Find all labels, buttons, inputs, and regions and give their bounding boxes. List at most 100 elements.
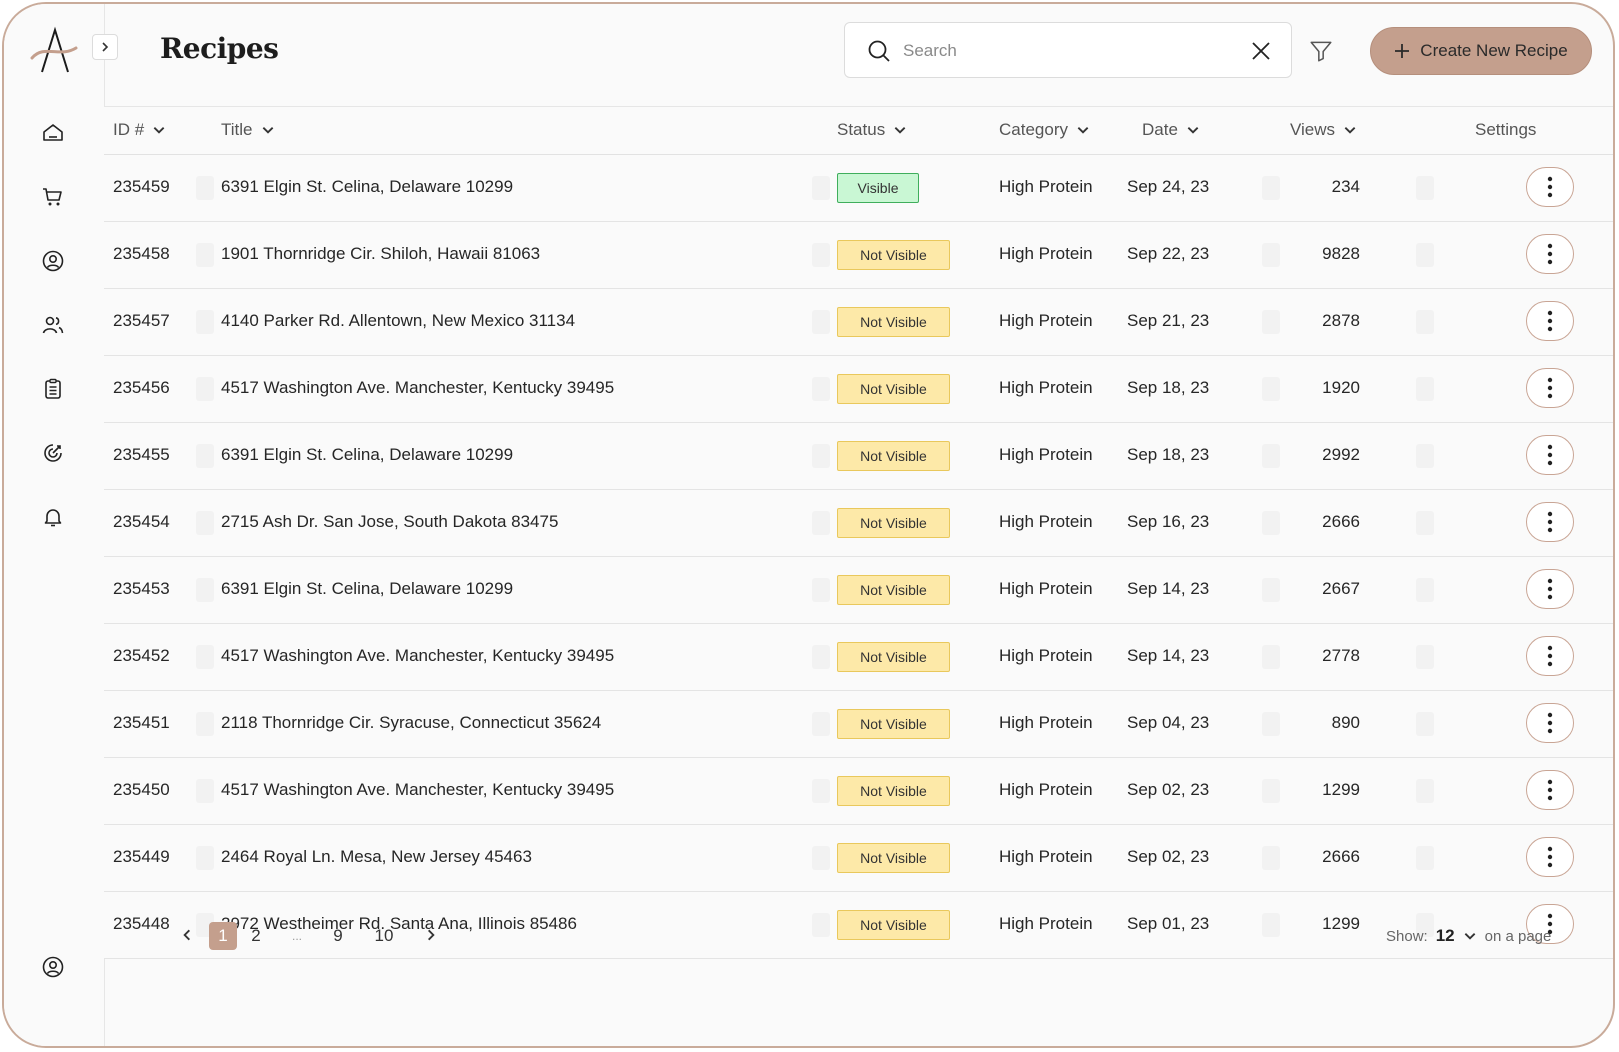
- recipe-title[interactable]: 4140 Parker Rd. Allentown, New Mexico 31…: [221, 311, 575, 331]
- placeholder-block: [1416, 712, 1434, 736]
- placeholder-block: [1262, 645, 1280, 669]
- row-settings-button[interactable]: [1526, 636, 1574, 676]
- table-row[interactable]: 235456 4517 Washington Ave. Manchester, K…: [104, 356, 1613, 423]
- recipe-date: Sep 18, 23: [1127, 378, 1210, 397]
- column-header-category[interactable]: Category: [999, 120, 1090, 140]
- table-row[interactable]: 235452 4517 Washington Ave. Manchester, K…: [104, 624, 1613, 691]
- row-settings-button[interactable]: [1526, 234, 1574, 274]
- table-row[interactable]: 235458 1901 Thornridge Cir. Shiloh, Hawai…: [104, 222, 1613, 289]
- user-circle-icon[interactable]: [40, 248, 66, 274]
- recipe-id: 235449: [113, 847, 170, 866]
- plus-icon: [1395, 44, 1410, 58]
- status-badge: Visible: [837, 173, 919, 203]
- recipe-date: Sep 16, 23: [1127, 512, 1210, 531]
- recipes-table: ID # Title Status Category Date Views Se…: [104, 106, 1613, 959]
- search-icon: [868, 40, 890, 62]
- recipe-title[interactable]: 2464 Royal Ln. Mesa, New Jersey 45463: [221, 847, 532, 867]
- row-settings-button[interactable]: [1526, 368, 1574, 408]
- table-row[interactable]: 235454 2715 Ash Dr. San Jose, South Dakot…: [104, 490, 1613, 557]
- placeholder-block: [1416, 511, 1434, 535]
- more-vertical-icon: [1547, 846, 1553, 868]
- row-settings-button[interactable]: [1526, 502, 1574, 542]
- status-badge: Not Visible: [837, 776, 950, 806]
- column-label: ID #: [113, 120, 145, 139]
- recipe-title[interactable]: 4517 Washington Ave. Manchester, Kentuck…: [221, 378, 614, 398]
- recipe-id: 235457: [113, 311, 170, 330]
- search-input[interactable]: [901, 35, 1225, 67]
- profile-icon[interactable]: [40, 954, 66, 980]
- close-icon[interactable]: [1249, 39, 1273, 63]
- page-button-2[interactable]: 2: [242, 922, 270, 950]
- clipboard-icon[interactable]: [40, 376, 66, 402]
- column-header-status[interactable]: Status: [837, 120, 907, 140]
- page-button-1[interactable]: 1: [209, 922, 237, 950]
- status-badge: Not Visible: [837, 575, 950, 605]
- placeholder-block: [812, 779, 830, 803]
- placeholder-block: [196, 645, 214, 669]
- column-header-title[interactable]: Title: [221, 120, 275, 140]
- create-recipe-button[interactable]: Create New Recipe: [1370, 27, 1592, 75]
- page-size-suffix: on a page: [1484, 927, 1552, 945]
- chevron-left-icon[interactable]: [180, 928, 194, 942]
- row-settings-button[interactable]: [1526, 569, 1574, 609]
- recipe-title[interactable]: 4517 Washington Ave. Manchester, Kentuck…: [221, 646, 614, 666]
- page-size-select[interactable]: 12: [1436, 926, 1455, 946]
- filter-icon[interactable]: [1308, 38, 1334, 64]
- home-icon[interactable]: [40, 120, 66, 146]
- recipe-title[interactable]: 1901 Thornridge Cir. Shiloh, Hawaii 8106…: [221, 244, 540, 264]
- column-header-id[interactable]: ID #: [113, 120, 166, 140]
- target-icon[interactable]: [40, 440, 66, 466]
- recipe-date: Sep 14, 23: [1127, 579, 1210, 598]
- table-row[interactable]: 235450 4517 Washington Ave. Manchester, K…: [104, 758, 1613, 825]
- placeholder-block: [196, 712, 214, 736]
- sidebar-expand-button[interactable]: [92, 34, 118, 60]
- column-header-views[interactable]: Views: [1290, 120, 1357, 140]
- table-row[interactable]: 235453 6391 Elgin St. Celina, Delaware 10…: [104, 557, 1613, 624]
- more-vertical-icon: [1547, 310, 1553, 332]
- recipe-title[interactable]: 4517 Washington Ave. Manchester, Kentuck…: [221, 780, 614, 800]
- table-row[interactable]: 235459 6391 Elgin St. Celina, Delaware 10…: [104, 155, 1613, 222]
- placeholder-block: [1262, 377, 1280, 401]
- placeholder-block: [1262, 243, 1280, 267]
- placeholder-block: [812, 176, 830, 200]
- page-button-9[interactable]: 9: [324, 922, 352, 950]
- placeholder-block: [1416, 444, 1434, 468]
- users-icon[interactable]: [40, 312, 66, 338]
- status-badge: Not Visible: [837, 307, 950, 337]
- row-settings-button[interactable]: [1526, 837, 1574, 877]
- row-settings-button[interactable]: [1526, 703, 1574, 743]
- recipe-title[interactable]: 6391 Elgin St. Celina, Delaware 10299: [221, 579, 513, 599]
- recipe-views: 2667: [1322, 579, 1360, 598]
- recipe-views: 234: [1331, 177, 1360, 196]
- placeholder-block: [196, 176, 214, 200]
- table-row[interactable]: 235457 4140 Parker Rd. Allentown, New Mex…: [104, 289, 1613, 356]
- table-row[interactable]: 235451 2118 Thornridge Cir. Syracuse, Con…: [104, 691, 1613, 758]
- chevron-down-icon[interactable]: [1463, 929, 1477, 943]
- recipe-title[interactable]: 6391 Elgin St. Celina, Delaware 10299: [221, 177, 513, 197]
- recipe-title[interactable]: 2715 Ash Dr. San Jose, South Dakota 8347…: [221, 512, 558, 532]
- chevron-right-icon[interactable]: [424, 928, 438, 942]
- page-button-10[interactable]: 10: [370, 922, 398, 950]
- recipe-category: High Protein: [999, 780, 1093, 799]
- cart-icon[interactable]: [40, 184, 66, 210]
- pagination: 1 2 ... 9 10 Show: 12 on a page: [104, 922, 1613, 962]
- placeholder-block: [1262, 846, 1280, 870]
- recipe-title[interactable]: 6391 Elgin St. Celina, Delaware 10299: [221, 445, 513, 465]
- table-row[interactable]: 235449 2464 Royal Ln. Mesa, New Jersey 45…: [104, 825, 1613, 892]
- bell-icon[interactable]: [40, 504, 66, 530]
- row-settings-button[interactable]: [1526, 435, 1574, 475]
- row-settings-button[interactable]: [1526, 301, 1574, 341]
- app-window: Recipes Create New Recipe ID # Title Sta…: [2, 2, 1615, 1048]
- placeholder-block: [1416, 578, 1434, 602]
- placeholder-block: [812, 578, 830, 602]
- row-settings-button[interactable]: [1526, 167, 1574, 207]
- column-header-date[interactable]: Date: [1142, 120, 1200, 140]
- table-row[interactable]: 235455 6391 Elgin St. Celina, Delaware 10…: [104, 423, 1613, 490]
- row-settings-button[interactable]: [1526, 770, 1574, 810]
- recipe-date: Sep 22, 23: [1127, 244, 1210, 263]
- recipe-id: 235454: [113, 512, 170, 531]
- page-ellipsis: ...: [291, 929, 302, 943]
- column-label: Status: [837, 120, 886, 139]
- recipe-title[interactable]: 2118 Thornridge Cir. Syracuse, Connectic…: [221, 713, 601, 733]
- chevron-down-icon: [1187, 127, 1199, 134]
